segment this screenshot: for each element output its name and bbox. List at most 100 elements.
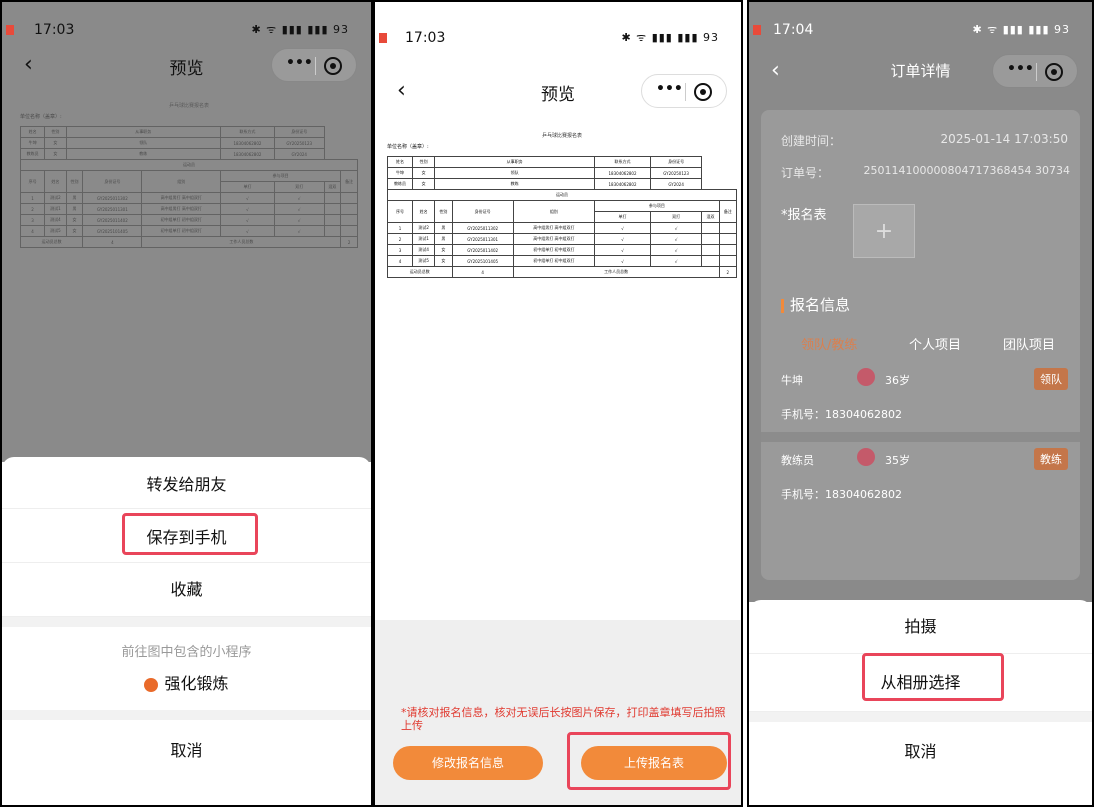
doc-cell: √: [594, 233, 651, 245]
close-miniprogram-icon[interactable]: [1045, 63, 1063, 81]
panel-order-detail: 17:04 ✱ ᯤ ▮▮▮ ▮▮▮ 93 ‹ 订单详情 ••• 创建时间： 20…: [747, 0, 1094, 807]
status-bar: 17:04 ✱ ᯤ ▮▮▮ ▮▮▮ 93: [749, 22, 1092, 44]
more-icon[interactable]: •••: [1007, 61, 1034, 77]
doc-cell: 教练员: [19, 148, 46, 160]
doc-table: 姓名 性别 从事职务 联系方式 身份证号 牛坤女领队 18304062802 GY202501…: [386, 156, 738, 278]
doc-unit-label: 单位名称（盖章）:: [20, 114, 62, 120]
status-bar: 17:03 ✱ ᯤ ▮▮▮ ▮▮▮ 93: [375, 30, 741, 52]
doc-cell: [718, 244, 738, 256]
doc-cell: 男: [65, 192, 84, 204]
leader-row: 姓名 性别 从事职务 联系方式 身份证号: [386, 156, 737, 168]
doc-cell: [340, 225, 358, 237]
doc-cell: [718, 233, 738, 245]
favorite-option[interactable]: 收藏: [2, 563, 371, 617]
take-photo-option[interactable]: 拍摄: [749, 600, 1092, 654]
doc-cell: 初中组单打 初中组双打: [512, 244, 596, 256]
doc-title: 乒乓球比赛报名表: [541, 133, 582, 139]
doc-cell: 教练: [434, 178, 596, 190]
capsule-menu[interactable]: •••: [641, 74, 727, 108]
person1-age: 36岁: [885, 374, 910, 387]
doc-cell: 身份证号: [649, 156, 703, 168]
cancel-option[interactable]: 取消: [749, 722, 1092, 792]
add-image-icon[interactable]: +: [853, 204, 915, 258]
doc-cell: 测试2: [412, 222, 436, 234]
order-number-label: 订单号：: [781, 166, 830, 180]
created-time-value: 2025-01-14 17:03:50: [940, 132, 1068, 146]
doc-cell: 运动员: [20, 159, 358, 171]
doc-cell: √: [649, 244, 703, 256]
doc-cell: 混双: [323, 181, 342, 193]
share-action-sheet: 转发给朋友 保存到手机 收藏 前往图中包含的小程序 强化锻炼 取消: [2, 457, 371, 805]
doc-cell: GY2025101405: [451, 255, 514, 267]
sheet-gap: [2, 617, 371, 627]
capsule-menu[interactable]: •••: [992, 54, 1078, 88]
doc-cell: 4: [19, 225, 46, 237]
highlight-box: [862, 653, 1004, 701]
doc-cell: √: [220, 203, 275, 215]
doc-cell: [701, 255, 720, 267]
capsule-divider: [315, 57, 316, 75]
leader-row: 牛坤女领队 18304062802 GY20250123: [19, 137, 358, 149]
doc-cell: √: [273, 203, 325, 215]
doc-cell: 男: [434, 233, 453, 245]
more-icon[interactable]: •••: [656, 81, 683, 97]
doc-cell: 测试5: [412, 255, 436, 267]
doc-cell: 测试2: [44, 192, 67, 204]
edit-info-button[interactable]: 修改报名信息: [393, 746, 543, 780]
miniprogram-option[interactable]: 强化锻炼: [2, 670, 371, 710]
cancel-option[interactable]: 取消: [2, 720, 371, 782]
doc-cell: [323, 214, 342, 226]
tab-leader-coach[interactable]: 领队/教练: [801, 334, 857, 353]
doc-cell: 工作人员总数: [141, 236, 342, 248]
doc-cell: 女: [44, 137, 67, 149]
doc-cell: √: [273, 192, 325, 204]
tab-individual[interactable]: 个人项目: [909, 334, 961, 353]
doc-cell: [718, 255, 738, 267]
doc-cell: √: [594, 244, 651, 256]
doc-cell: 1: [19, 192, 46, 204]
notice-text: *请核对报名信息，核对无误后长按图片保存，打印盖章填写后拍照上传: [401, 706, 726, 732]
doc-cell: 女: [434, 244, 453, 256]
panel-preview: 17:03 ✱ ᯤ ▮▮▮ ▮▮▮ 93 ‹ 预览 ••• 乒乓球比赛报名表 单…: [373, 0, 743, 807]
header-row: 序号 姓名 性别 身份证号 组别 参与项目 备注: [386, 200, 738, 223]
doc-cell: 联系方式: [594, 156, 651, 168]
record-icon: [379, 33, 387, 43]
doc-cell: 高中组男打 高中组双打: [141, 192, 221, 204]
close-miniprogram-icon[interactable]: [694, 83, 712, 101]
capsule-menu[interactable]: •••: [271, 48, 357, 82]
doc-cell: 女: [412, 167, 436, 179]
status-icons: ✱ ᯤ ▮▮▮ ▮▮▮ 93: [972, 23, 1070, 36]
doc-cell: 牛坤: [386, 167, 414, 179]
close-miniprogram-icon[interactable]: [324, 57, 342, 75]
doc-cell: 混双: [701, 211, 720, 223]
doc-cell: [323, 225, 342, 237]
image-source-sheet: 拍摄 从相册选择 取消: [749, 600, 1092, 805]
doc-cell: [701, 244, 720, 256]
miniprogram-name: 强化锻炼: [164, 674, 229, 693]
tab-team[interactable]: 团队项目: [1003, 334, 1055, 353]
doc-cell: 18304062802: [594, 167, 651, 179]
doc-cell: √: [649, 233, 703, 245]
leader-row: 教练员女教练 18304062802 GY2024: [19, 148, 358, 160]
doc-cell: [340, 214, 358, 226]
doc-cell: 4: [386, 255, 414, 267]
doc-cell: GY20250123: [273, 137, 325, 149]
nav-bar: ‹ 预览 •••: [2, 48, 371, 88]
doc-cell: 女: [434, 255, 453, 267]
doc-cell: GY2025101405: [82, 225, 143, 237]
doc-cell: GY20250123: [649, 167, 703, 179]
doc-cell: 女: [412, 178, 436, 190]
doc-cell: GY2025011302: [82, 192, 143, 204]
doc-cell: 运动员: [387, 189, 737, 201]
capsule-divider: [1036, 63, 1037, 81]
doc-cell: [323, 203, 342, 215]
doc-cell: √: [220, 225, 275, 237]
doc-cell: √: [649, 222, 703, 234]
signup-form-image[interactable]: 乒乓球比赛报名表 单位名称（盖章）: 姓名 性别 从事职务 联系方式 身份证号 牛坤女领队…: [19, 102, 358, 248]
signup-form-image[interactable]: 乒乓球比赛报名表 单位名称（盖章）: 姓名 性别 从事职务 联系方式 身份证号 牛坤女领队…: [386, 132, 738, 278]
doc-cell: 联系方式: [220, 126, 275, 138]
more-icon[interactable]: •••: [286, 55, 313, 71]
female-icon: [857, 448, 875, 466]
status-bar: 17:03 ✱ ᯤ ▮▮▮ ▮▮▮ 93: [2, 22, 371, 44]
forward-to-friend-option[interactable]: 转发给朋友: [2, 457, 371, 509]
